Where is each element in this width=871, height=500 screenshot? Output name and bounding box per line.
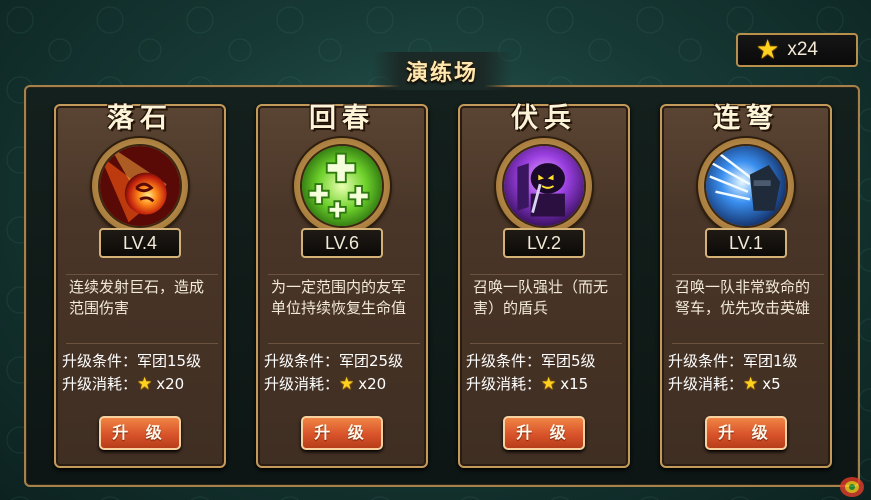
upgrade-condition-label: 升级条件： [62, 352, 138, 370]
ambush-shield-soldier-icon [502, 144, 586, 228]
level-badge: LV.1 [705, 228, 787, 258]
upgrade-condition-label: 升级条件： [466, 352, 542, 370]
upgrade-condition-value: 军团25级 [339, 352, 404, 370]
level-badge: LV.4 [99, 228, 181, 258]
skill-icon-frame[interactable] [294, 138, 390, 234]
upgrade-cost-label: 升级消耗： [62, 375, 138, 393]
upgrade-button[interactable]: 升 级 [503, 416, 585, 450]
upgrade-requirements: 升级条件： 军团15级 升级消耗： ★ x20 [62, 350, 224, 396]
upgrade-cost-row: 升级消耗： ★ x20 [264, 373, 426, 396]
upgrade-cost-row: 升级消耗： ★ x15 [466, 373, 628, 396]
upgrade-condition-row: 升级条件： 军团25级 [264, 350, 426, 373]
upgrade-cost-label: 升级消耗： [668, 375, 744, 393]
skill-description: 为一定范围内的友军单位持续恢复生命值 [268, 274, 420, 344]
watermark-logo-icon [840, 477, 864, 497]
star-icon: ★ [339, 374, 355, 394]
star-count: x24 [787, 39, 818, 60]
upgrade-button[interactable]: 升 级 [301, 416, 383, 450]
upgrade-cost-value: x20 [358, 375, 387, 393]
star-icon: ★ [743, 374, 759, 394]
skill-card-ambush: 伏兵 LV.2 召唤一队强壮（而无害）的盾兵 升级条件： 军团5级 升级消耗： … [458, 103, 630, 468]
meteor-icon [98, 144, 182, 228]
upgrade-requirements: 升级条件： 军团25级 升级消耗： ★ x20 [264, 350, 426, 396]
skill-name: 落石 [107, 103, 173, 134]
heal-cross-icon [300, 144, 384, 228]
upgrade-cost-label: 升级消耗： [466, 375, 542, 393]
upgrade-condition-label: 升级条件： [264, 352, 340, 370]
level-badge: LV.6 [301, 228, 383, 258]
skill-icon-frame[interactable] [92, 138, 188, 234]
panel-title-banner: 演练场 [372, 52, 512, 90]
crossbow-icon [704, 144, 788, 228]
upgrade-condition-value: 军团5级 [541, 352, 596, 370]
upgrade-condition-row: 升级条件： 军团5级 [466, 350, 628, 373]
skill-icon-frame[interactable] [496, 138, 592, 234]
star-currency-counter: ★ x24 [736, 33, 858, 67]
skill-card-rejuvenation: 回春 LV.6 为一定范围内的友军单位持续恢复生命值 升级条件： 军团25级 升… [256, 103, 428, 468]
upgrade-button[interactable]: 升 级 [705, 416, 787, 450]
upgrade-cost-row: 升级消耗： ★ x5 [668, 373, 830, 396]
upgrade-requirements: 升级条件： 军团1级 升级消耗： ★ x5 [668, 350, 830, 396]
skill-description: 召唤一队强壮（而无害）的盾兵 [470, 274, 622, 344]
skill-name: 连弩 [713, 103, 779, 134]
skill-card-falling-rock: 落石 LV.4 连续发射巨石，造成范围伤害 升级条件： 军团15级 升级消耗： … [54, 103, 226, 468]
skill-description: 召唤一队非常致命的弩车，优先攻击英雄 [672, 274, 824, 344]
upgrade-cost-label: 升级消耗： [264, 375, 340, 393]
skill-name: 伏兵 [511, 103, 577, 134]
upgrade-condition-row: 升级条件： 军团1级 [668, 350, 830, 373]
star-icon: ★ [541, 374, 557, 394]
upgrade-cost-value: x15 [560, 375, 589, 393]
upgrade-cost-row: 升级消耗： ★ x20 [62, 373, 224, 396]
star-icon: ★ [756, 35, 780, 65]
star-icon: ★ [137, 374, 153, 394]
upgrade-condition-row: 升级条件： 军团15级 [62, 350, 224, 373]
skill-name: 回春 [309, 103, 375, 134]
skill-description: 连续发射巨石，造成范围伤害 [66, 274, 218, 344]
upgrade-condition-label: 升级条件： [668, 352, 744, 370]
upgrade-condition-value: 军团1级 [743, 352, 798, 370]
upgrade-condition-value: 军团15级 [137, 352, 202, 370]
upgrade-cost-value: x5 [762, 375, 781, 393]
panel-title: 演练场 [405, 61, 478, 86]
upgrade-requirements: 升级条件： 军团5级 升级消耗： ★ x15 [466, 350, 628, 396]
skill-card-repeating-crossbow: 连弩 LV.1 召唤一队非常致命的弩车，优先攻击英雄 升级条件： 军团1级 升级… [660, 103, 832, 468]
upgrade-cost-value: x20 [156, 375, 185, 393]
skill-icon-frame[interactable] [698, 138, 794, 234]
level-badge: LV.2 [503, 228, 585, 258]
upgrade-button[interactable]: 升 级 [99, 416, 181, 450]
